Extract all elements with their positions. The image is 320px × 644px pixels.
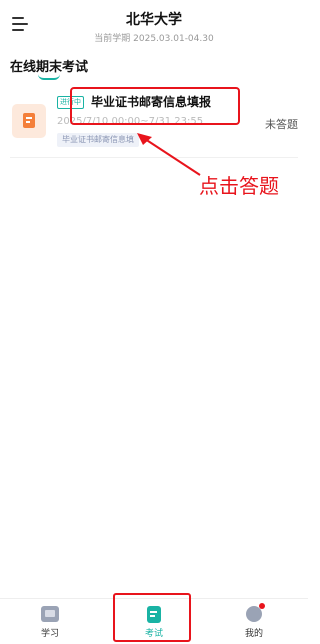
document-icon <box>12 104 46 138</box>
section-title: 在线期末考试 <box>10 60 89 75</box>
page-title: 北华大学 <box>126 12 182 28</box>
tab-mine[interactable]: 我的 <box>214 599 294 644</box>
annotation-highlight-box <box>70 87 240 125</box>
annotation-highlight-box <box>113 593 191 642</box>
top-header: 北华大学 当前学期 2025.03.01-04.30 <box>0 0 308 50</box>
tab-study[interactable]: 学习 <box>10 599 90 644</box>
section-title-underline <box>38 74 60 80</box>
exam-course-tag: 毕业证书邮寄信息填 <box>57 133 139 147</box>
exam-answer-status: 未答题 <box>265 118 298 131</box>
semester-label: 当前学期 2025.03.01-04.30 <box>94 34 214 44</box>
annotation-arrow-icon <box>137 133 201 176</box>
tab-label: 我的 <box>244 629 263 639</box>
annotation-text: 点击答题 <box>199 174 279 198</box>
notification-dot <box>259 603 265 609</box>
tv-icon <box>41 606 59 622</box>
tab-label: 学习 <box>40 629 59 639</box>
